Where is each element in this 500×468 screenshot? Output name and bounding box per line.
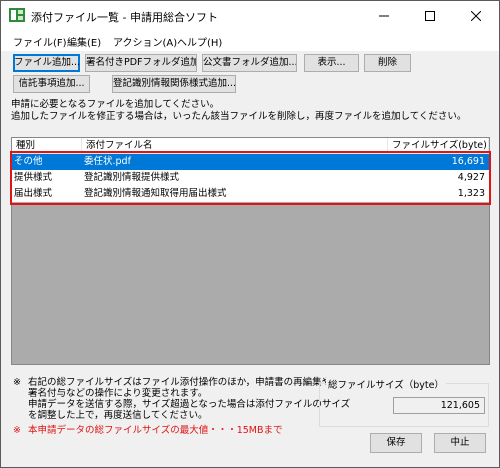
- cell-filename: 登記識別情報提供様式: [84, 172, 180, 183]
- instruction-line-2: 追加したファイルを修正する場合は，いったん該当ファイルを削除し，再度ファイルを追…: [11, 111, 467, 122]
- total-size-value: 121,605: [393, 397, 485, 414]
- note-text: 署名付与などの操作により変更されます。: [28, 388, 208, 399]
- maximize-button[interactable]: [407, 1, 453, 31]
- note-line: 署名付与などの操作により変更されます。: [11, 388, 311, 399]
- maximize-icon: [425, 11, 435, 21]
- total-size-group: 総ファイルサイズ（byte） 121,605: [319, 377, 489, 427]
- column-header-type[interactable]: 種別: [12, 138, 82, 153]
- add-registration-id-forms-button[interactable]: 登記識別情報関係様式追加...: [112, 75, 236, 93]
- table-row[interactable]: その他 委任状.pdf 16,691: [12, 154, 489, 170]
- table-row[interactable]: 提供様式 登記識別情報提供様式 4,927: [12, 170, 489, 186]
- save-button[interactable]: 保存: [370, 433, 422, 453]
- menu-edit[interactable]: 編集(E): [67, 34, 101, 49]
- note-line: を調整した上で，再度送信してください。: [11, 410, 311, 421]
- cell-filesize: 1,323: [457, 188, 485, 199]
- minimize-icon: [379, 15, 389, 17]
- instruction-line-1: 申請に必要となるファイルを追加してください。: [11, 99, 220, 110]
- note-text: 右記の総ファイルサイズはファイル添付操作のほか，申請書の再編集や: [28, 377, 332, 388]
- title-bar[interactable]: 添付ファイル一覧 - 申請用総合ソフト: [1, 1, 499, 31]
- close-icon: [471, 11, 481, 21]
- list-header: 種別 添付ファイル名 ファイルサイズ(byte): [12, 138, 489, 154]
- warning-text: 本申請データの総ファイルサイズの最大値・・・15MBまで: [28, 425, 283, 436]
- cell-filesize: 16,691: [451, 156, 485, 167]
- warning-line: ※ 本申請データの総ファイルサイズの最大値・・・15MBまで: [11, 425, 311, 436]
- column-header-filename[interactable]: 添付ファイル名: [82, 138, 388, 153]
- view-button[interactable]: 表示...: [304, 54, 359, 72]
- add-official-document-folder-button[interactable]: 公文書フォルダ追加...: [202, 54, 297, 72]
- note-mark: ※: [13, 377, 21, 388]
- menu-action[interactable]: アクション(A): [113, 34, 177, 49]
- cell-filesize: 4,927: [457, 172, 485, 183]
- notes-section: ※ 右記の総ファイルサイズはファイル添付操作のほか，申請書の再編集や 署名付与な…: [11, 377, 350, 436]
- delete-button[interactable]: 削除: [364, 54, 411, 72]
- note-text: を調整した上で，再度送信してください。: [28, 410, 208, 421]
- warning-mark: ※: [13, 425, 21, 436]
- menu-help[interactable]: ヘルプ(H): [177, 34, 222, 49]
- attachment-list[interactable]: 種別 添付ファイル名 ファイルサイズ(byte) その他 委任状.pdf 16,…: [11, 137, 490, 365]
- column-header-filesize[interactable]: ファイルサイズ(byte): [388, 138, 489, 153]
- app-icon: [9, 8, 25, 22]
- cell-type: 提供様式: [14, 172, 53, 183]
- menu-bar: ファイル(F) 編集(E) アクション(A) ヘルプ(H): [1, 31, 499, 51]
- note-text: 申請データを送信する際，サイズ超過となった場合は添付ファイルのサイズ: [28, 399, 351, 410]
- menu-file[interactable]: ファイル(F): [13, 34, 67, 49]
- cell-type: 届出様式: [14, 188, 53, 199]
- cell-type: その他: [14, 156, 43, 167]
- window-title: 添付ファイル一覧 - 申請用総合ソフト: [31, 11, 218, 24]
- note-line: 申請データを送信する際，サイズ超過となった場合は添付ファイルのサイズ: [11, 399, 350, 410]
- note-line: ※ 右記の総ファイルサイズはファイル添付操作のほか，申請書の再編集や: [11, 377, 331, 388]
- add-signed-pdf-folder-button[interactable]: 署名付きPDFフォルダ追加...: [85, 54, 197, 72]
- close-button[interactable]: [453, 1, 499, 31]
- cell-filename: 委任状.pdf: [84, 156, 131, 167]
- minimize-button[interactable]: [361, 1, 407, 31]
- table-row[interactable]: 届出様式 登記識別情報通知取得用届出様式 1,323: [12, 186, 489, 202]
- attachment-list-window: 添付ファイル一覧 - 申請用総合ソフト ファイル(F) 編集(E) アクション(…: [0, 0, 500, 468]
- cell-filename: 登記識別情報通知取得用届出様式: [84, 188, 227, 199]
- cancel-button[interactable]: 中止: [434, 433, 486, 453]
- total-size-label: 総ファイルサイズ（byte）: [326, 377, 446, 391]
- add-trust-matters-button[interactable]: 信託事項追加...: [13, 75, 90, 93]
- add-file-button[interactable]: ファイル追加...: [13, 54, 80, 72]
